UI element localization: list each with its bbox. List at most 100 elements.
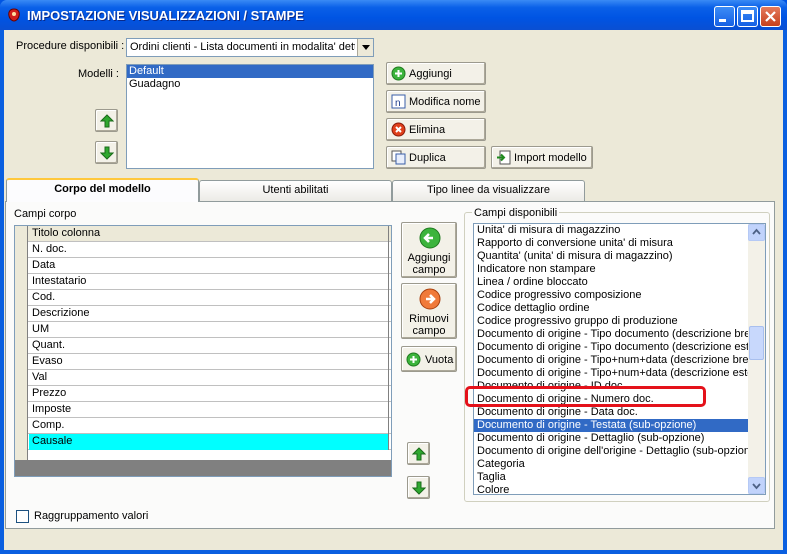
scroll-up-button[interactable]: [748, 224, 765, 241]
close-icon: [765, 11, 776, 22]
import-model-button[interactable]: Import modello: [491, 146, 593, 169]
add-field-label-1: Aggiungi: [407, 252, 451, 264]
procedure-select[interactable]: Ordini clienti - Lista documenti in moda…: [126, 38, 374, 57]
duplicate-model-button[interactable]: Duplica: [386, 146, 486, 169]
add-model-button[interactable]: Aggiungi: [386, 62, 486, 85]
app-icon: [8, 8, 20, 22]
grid-header: Titolo colonna C: [15, 226, 391, 242]
delete-icon: [391, 122, 406, 137]
import-model-label: Import modello: [514, 152, 587, 164]
table-row[interactable]: ImposteD: [15, 402, 391, 418]
table-row[interactable]: EvasoQ: [15, 354, 391, 370]
table-row[interactable]: DataD: [15, 258, 391, 274]
minimize-button[interactable]: [714, 6, 735, 27]
empty-label: Vuota: [425, 354, 454, 366]
list-item[interactable]: Categoria: [474, 458, 749, 471]
window-title: IMPOSTAZIONE VISUALIZZAZIONI / STAMPE: [27, 8, 304, 23]
list-item-selected[interactable]: Documento di origine - Testata (sub-opzi…: [474, 419, 749, 432]
available-fields-label: Campi disponibili: [472, 207, 560, 219]
arrow-up-icon: [100, 114, 114, 128]
grid-header-title: Titolo colonna: [29, 226, 389, 242]
empty-button[interactable]: Vuota: [401, 346, 457, 372]
models-label: Modelli :: [78, 68, 119, 80]
move-model-down-button[interactable]: [95, 141, 118, 164]
table-row-selected[interactable]: CausaleD: [15, 434, 391, 450]
available-fields-scrollbar[interactable]: [748, 224, 765, 494]
list-item[interactable]: Documento di origine - Tipo+num+data (de…: [474, 367, 749, 380]
import-icon: [497, 150, 511, 165]
procedure-label: Procedure disponibili :: [16, 40, 125, 52]
table-row[interactable]: UMU: [15, 322, 391, 338]
list-item[interactable]: Linea / ordine bloccato: [474, 276, 749, 289]
add-field-button[interactable]: Aggiungi campo: [401, 222, 457, 278]
move-field-up-button[interactable]: [407, 442, 430, 465]
table-row[interactable]: PrezzoP: [15, 386, 391, 402]
arrow-left-icon: [419, 227, 441, 249]
grouping-label: Raggruppamento valori: [34, 510, 149, 522]
chevron-up-icon: [752, 228, 761, 235]
scroll-down-button[interactable]: [748, 477, 765, 494]
dialog-body: Procedure disponibili : Ordini clienti -…: [4, 30, 783, 550]
remove-field-label-2: campo: [412, 325, 446, 337]
plus-icon: [391, 66, 406, 81]
table-row[interactable]: Quant.Q: [15, 338, 391, 354]
arrow-up-icon: [412, 447, 426, 461]
body-fields-grid[interactable]: Titolo colonna C N. doc.D DataD Intestat…: [14, 225, 392, 477]
tab-panel: Campi corpo Titolo colonna C N. doc.D Da…: [5, 201, 775, 529]
table-row[interactable]: Cod.C: [15, 290, 391, 306]
scroll-thumb[interactable]: [749, 326, 764, 360]
table-row[interactable]: Comp.C: [15, 418, 391, 434]
arrow-down-icon: [412, 481, 426, 495]
tab-corpo-del-modello[interactable]: Corpo del modello: [6, 178, 199, 202]
remove-field-button[interactable]: Rimuovi campo: [401, 283, 457, 339]
minimize-icon: [719, 19, 726, 22]
table-row[interactable]: ValD: [15, 370, 391, 386]
table-row[interactable]: DescrizioneD: [15, 306, 391, 322]
tab-tipo-linee[interactable]: Tipo linee da visualizzare: [392, 180, 585, 201]
list-item[interactable]: Codice dettaglio ordine: [474, 302, 749, 315]
table-row[interactable]: IntestatarioD: [15, 274, 391, 290]
grouping-checkbox[interactable]: [16, 510, 29, 523]
list-item[interactable]: Taglia: [474, 471, 749, 484]
move-field-down-button[interactable]: [407, 476, 430, 499]
list-item[interactable]: Documento di origine - Data doc.: [474, 406, 749, 419]
list-item[interactable]: Documento di origine - Tipo documento (d…: [474, 341, 749, 354]
list-item[interactable]: Rapporto di conversione unita' di misura: [474, 237, 749, 250]
available-fields-list[interactable]: Unita' di misura di magazzino Rapporto d…: [473, 223, 766, 495]
list-item[interactable]: Documento di origine - Tipo documento (d…: [474, 328, 749, 341]
duplicate-model-label: Duplica: [409, 152, 446, 164]
maximize-icon: [741, 10, 754, 22]
dropdown-arrow-icon[interactable]: [357, 39, 373, 56]
list-item[interactable]: Quantita' (unita' di misura di magazzino…: [474, 250, 749, 263]
grid-header-c: C: [389, 226, 391, 242]
procedure-select-value: Ordini clienti - Lista documenti in moda…: [130, 41, 355, 53]
rename-model-button[interactable]: n Modifica nome: [386, 90, 486, 113]
delete-model-button[interactable]: Elimina: [386, 118, 486, 141]
models-list[interactable]: Default Guadagno: [126, 64, 374, 169]
arrow-down-icon: [100, 146, 114, 160]
list-item[interactable]: Codice progressivo gruppo di produzione: [474, 315, 749, 328]
move-model-up-button[interactable]: [95, 109, 118, 132]
delete-model-label: Elimina: [409, 124, 446, 136]
window: IMPOSTAZIONE VISUALIZZAZIONI / STAMPE Pr…: [0, 0, 787, 554]
rename-icon: n: [391, 94, 406, 109]
arrow-right-icon: [419, 288, 441, 310]
list-item[interactable]: Codice progressivo composizione: [474, 289, 749, 302]
list-item[interactable]: Documento di origine - Tipo+num+data (de…: [474, 354, 749, 367]
title-bar[interactable]: IMPOSTAZIONE VISUALIZZAZIONI / STAMPE: [0, 0, 787, 30]
model-item-guadagno[interactable]: Guadagno: [127, 78, 373, 91]
tab-utenti-abilitati[interactable]: Utenti abilitati: [199, 180, 392, 201]
model-item-default[interactable]: Default: [127, 65, 373, 78]
list-item[interactable]: Documento di origine - Dettaglio (sub-op…: [474, 432, 749, 445]
plus-icon: [406, 352, 421, 367]
list-item[interactable]: Documento di origine dell'origine - Dett…: [474, 445, 749, 458]
close-button[interactable]: [760, 6, 781, 27]
maximize-button[interactable]: [737, 6, 758, 27]
list-item[interactable]: Colore: [474, 484, 749, 494]
list-item[interactable]: Indicatore non stampare: [474, 263, 749, 276]
add-model-label: Aggiungi: [409, 68, 452, 80]
svg-text:n: n: [395, 98, 401, 109]
rename-model-label: Modifica nome: [409, 96, 481, 108]
table-row[interactable]: N. doc.D: [15, 242, 391, 258]
list-item[interactable]: Unita' di misura di magazzino: [474, 224, 749, 237]
